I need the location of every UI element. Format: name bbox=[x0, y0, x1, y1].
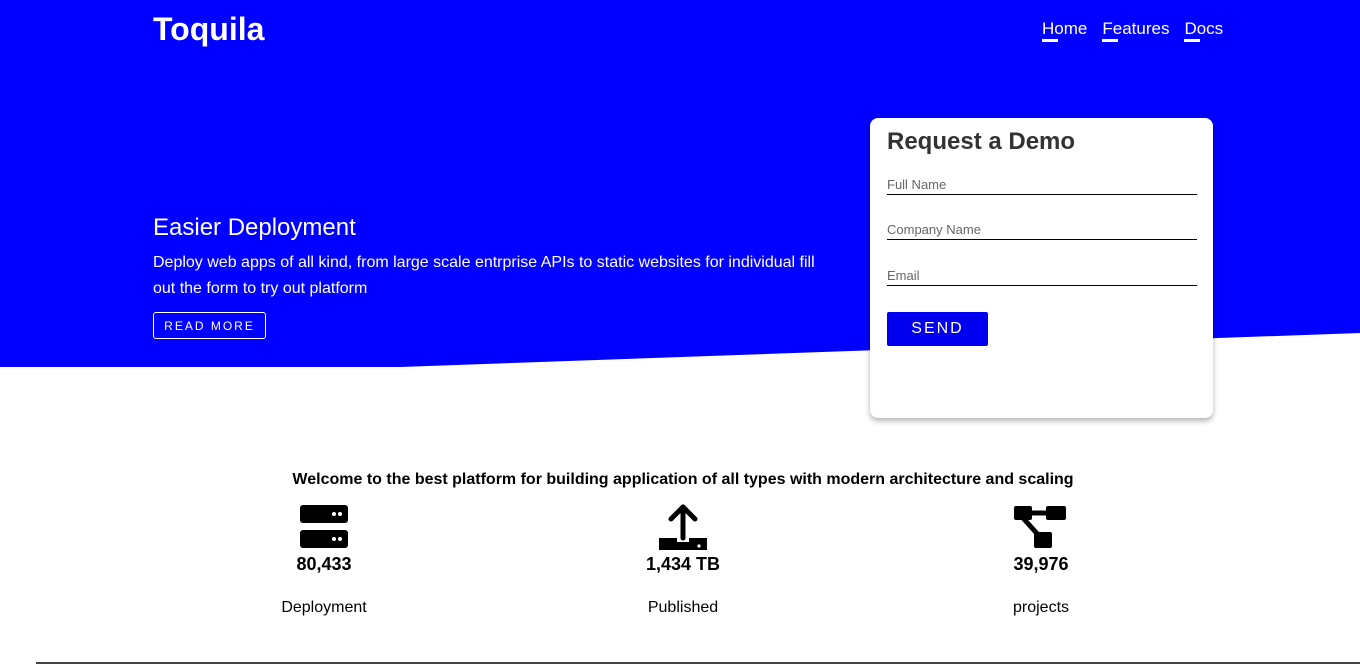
upload-icon bbox=[659, 504, 707, 550]
main-nav: Home Features Docs bbox=[1042, 19, 1223, 42]
company-name-field[interactable] bbox=[887, 220, 1197, 240]
bottom-divider bbox=[36, 662, 1360, 664]
request-demo-card: Request a Demo SEND bbox=[870, 118, 1213, 418]
stat-published: 1,434 TB Published bbox=[583, 502, 783, 618]
stat-label: projects bbox=[1012, 599, 1070, 616]
hero-heading: Easier Deployment bbox=[153, 214, 356, 241]
stat-label: Deployment bbox=[281, 599, 367, 616]
hero-description: Deploy web apps of all kind, from large … bbox=[153, 254, 815, 297]
send-button[interactable]: SEND bbox=[887, 312, 988, 346]
stat-value: 39,976 bbox=[1013, 554, 1069, 574]
email-field[interactable] bbox=[887, 266, 1197, 286]
read-more-button[interactable]: READ MORE bbox=[153, 312, 266, 339]
welcome-text: Welcome to the best platform for buildin… bbox=[292, 471, 1074, 488]
nav-link-docs[interactable]: Docs bbox=[1184, 19, 1223, 42]
server-icon bbox=[300, 505, 348, 548]
stat-value: 80,433 bbox=[296, 554, 352, 574]
brand-logo[interactable]: Toquila bbox=[153, 10, 264, 48]
demo-form-title: Request a Demo bbox=[887, 128, 1076, 155]
project-diagram-icon bbox=[1014, 506, 1066, 548]
stat-deployment: 80,433 Deployment bbox=[224, 502, 424, 618]
stat-value: 1,434 TB bbox=[645, 554, 721, 574]
full-name-field[interactable] bbox=[887, 175, 1197, 195]
nav-link-features[interactable]: Features bbox=[1102, 19, 1169, 42]
stat-projects: 39,976 projects bbox=[941, 502, 1141, 618]
stat-label: Published bbox=[647, 599, 719, 616]
nav-link-home[interactable]: Home bbox=[1042, 19, 1087, 42]
